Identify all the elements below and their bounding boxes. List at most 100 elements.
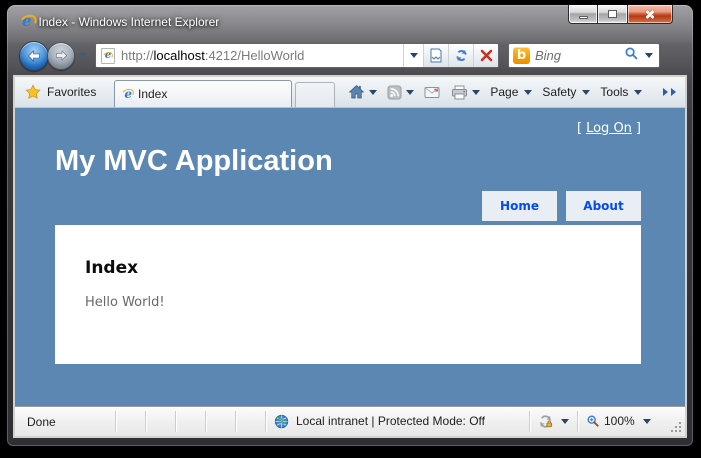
new-tab-button[interactable] bbox=[295, 82, 336, 107]
chevron-down-icon bbox=[409, 53, 418, 62]
back-button[interactable] bbox=[19, 40, 49, 71]
close-icon bbox=[644, 8, 656, 20]
ie-logo-icon: e bbox=[22, 11, 32, 30]
read-mail-button[interactable] bbox=[419, 77, 446, 107]
bing-logo-icon: b bbox=[513, 47, 530, 64]
chevron-down-icon bbox=[406, 89, 415, 99]
chevron-down-icon bbox=[634, 89, 643, 99]
search-options-dropdown[interactable] bbox=[645, 53, 653, 62]
globe-icon bbox=[274, 414, 289, 429]
grip-dot bbox=[679, 426, 681, 428]
forward-arrow-icon bbox=[55, 50, 67, 61]
page-body-text: Hello World! bbox=[85, 295, 165, 310]
restore-button[interactable] bbox=[598, 5, 628, 24]
site-menu: Home About bbox=[15, 191, 641, 221]
zoom-control[interactable]: 100% bbox=[577, 411, 669, 432]
search-box[interactable]: b bbox=[508, 43, 660, 68]
back-arrow-icon bbox=[28, 49, 40, 62]
site-title: My MVC Application bbox=[55, 145, 333, 177]
chevron-down-icon bbox=[472, 89, 481, 99]
restore-icon bbox=[608, 10, 617, 18]
printer-icon bbox=[452, 85, 468, 99]
tools-menu-button[interactable]: Tools bbox=[595, 77, 647, 107]
security-zone: Local intranet | Protected Mode: Off bbox=[265, 411, 529, 432]
search-input[interactable] bbox=[535, 48, 622, 63]
forward-button[interactable] bbox=[47, 41, 75, 70]
page-favicon: e bbox=[101, 47, 115, 64]
page-menu-button[interactable]: Page bbox=[485, 77, 537, 107]
search-icon[interactable] bbox=[624, 46, 639, 66]
zoom-magnifier-icon bbox=[587, 415, 599, 428]
mail-icon bbox=[424, 86, 440, 98]
chevron-down-icon bbox=[642, 418, 651, 428]
page-heading: Index bbox=[85, 258, 139, 278]
client-area: Favorites e Index Page Safety Tools [Lo… bbox=[13, 75, 687, 438]
status-pane bbox=[175, 411, 205, 432]
url-path: :4212/HelloWorld bbox=[204, 48, 305, 63]
compatibility-view-button[interactable] bbox=[423, 44, 448, 67]
command-buttons: Page Safety Tools bbox=[343, 77, 647, 107]
logon-area: [Log On] bbox=[15, 108, 685, 136]
tab-favicon-icon: e bbox=[124, 87, 132, 101]
resize-grip[interactable] bbox=[669, 407, 685, 436]
chevron-right-icon bbox=[671, 88, 680, 96]
grip-dot bbox=[679, 422, 681, 424]
menu-tab-about[interactable]: About bbox=[566, 191, 641, 221]
address-dropdown-button[interactable] bbox=[403, 44, 423, 67]
main-content: Index Hello World! bbox=[55, 225, 641, 364]
refresh-button[interactable] bbox=[448, 44, 473, 67]
page-viewport: [Log On] My MVC Application Home About I… bbox=[15, 108, 685, 406]
chevron-down-icon bbox=[582, 89, 591, 99]
navigation-bar: e http://localhost:4212/HelloWorld b bbox=[7, 38, 693, 75]
zone-text: Local intranet | Protected Mode: Off bbox=[296, 414, 485, 429]
compatibility-page-icon bbox=[430, 48, 442, 63]
favorites-button[interactable]: Favorites bbox=[15, 77, 108, 107]
grip-dot bbox=[675, 426, 677, 428]
page-menu-label: Page bbox=[490, 85, 519, 99]
tools-menu-label: Tools bbox=[600, 85, 629, 99]
url-text[interactable]: http://localhost:4212/HelloWorld bbox=[121, 48, 403, 63]
tab-index[interactable]: e Index bbox=[114, 80, 293, 107]
logon-bracket-close: ] bbox=[635, 121, 641, 136]
minimize-icon bbox=[578, 15, 588, 19]
refresh-icon bbox=[455, 49, 467, 62]
chevron-down-icon bbox=[561, 418, 569, 428]
grip-dot bbox=[675, 430, 677, 432]
stop-button[interactable] bbox=[473, 44, 498, 67]
feeds-button[interactable] bbox=[382, 77, 419, 107]
status-pane bbox=[235, 411, 265, 432]
close-button[interactable] bbox=[628, 5, 673, 24]
rss-icon bbox=[387, 84, 402, 100]
status-text: Done bbox=[27, 414, 56, 429]
star-icon bbox=[25, 84, 41, 99]
logon-bracket-open: [ bbox=[577, 121, 583, 136]
status-bar: Done Local intranet | Protected Mode: Of… bbox=[15, 406, 685, 436]
safety-menu-button[interactable]: Safety bbox=[537, 77, 595, 107]
safety-menu-label: Safety bbox=[542, 85, 577, 99]
toolbar-overflow-button[interactable] bbox=[663, 77, 679, 107]
status-pane bbox=[145, 411, 175, 432]
favorites-label: Favorites bbox=[47, 85, 97, 99]
window-title: Index - Windows Internet Explorer bbox=[38, 14, 220, 29]
menu-tab-home[interactable]: Home bbox=[482, 191, 557, 221]
title-bar: e Index - Windows Internet Explorer bbox=[7, 5, 693, 38]
command-bar-spacer bbox=[647, 77, 663, 107]
grip-dot bbox=[671, 430, 673, 432]
recent-pages-dropdown[interactable] bbox=[79, 53, 87, 62]
zoom-level: 100% bbox=[604, 414, 635, 429]
home-button[interactable] bbox=[343, 77, 382, 107]
browser-window: e Index - Windows Internet Explorer e ht… bbox=[7, 5, 693, 446]
address-bar[interactable]: e http://localhost:4212/HelloWorld bbox=[95, 43, 499, 68]
chevron-down-icon bbox=[369, 89, 378, 99]
stop-x-icon bbox=[480, 49, 492, 62]
minimize-button[interactable] bbox=[568, 5, 598, 24]
log-on-link[interactable]: Log On bbox=[586, 121, 632, 136]
url-scheme: http:// bbox=[121, 48, 154, 63]
print-button[interactable] bbox=[446, 77, 485, 107]
status-pane bbox=[115, 411, 145, 432]
smartscreen-filter-button[interactable] bbox=[529, 411, 577, 432]
caption-buttons bbox=[568, 5, 673, 24]
chevron-down-icon bbox=[524, 89, 533, 99]
smartscreen-icon bbox=[539, 415, 553, 428]
command-bar: Favorites e Index Page Safety Tools bbox=[15, 77, 685, 108]
